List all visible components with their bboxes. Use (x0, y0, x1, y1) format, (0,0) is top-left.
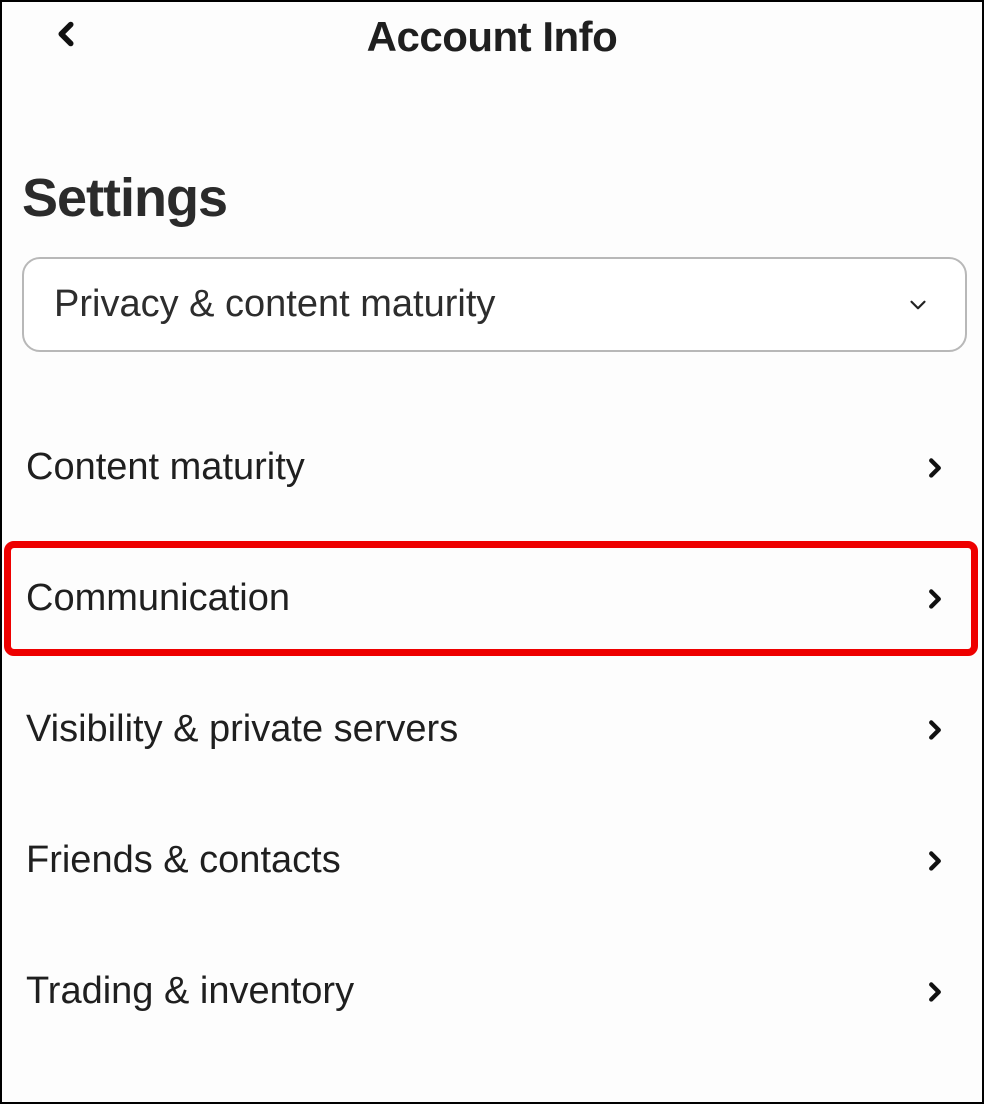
page-title: Account Info (367, 13, 618, 61)
list-item-visibility-private-servers[interactable]: Visibility & private servers (22, 664, 962, 795)
content: Settings Privacy & content maturity Cont… (2, 167, 982, 1057)
list-item-communication[interactable]: Communication (22, 533, 962, 664)
list-item-content-maturity[interactable]: Content maturity (22, 402, 962, 533)
chevron-right-icon (920, 841, 950, 881)
list-item-trading-inventory[interactable]: Trading & inventory (22, 926, 962, 1057)
list-item-label: Visibility & private servers (26, 708, 458, 751)
chevron-left-icon (47, 12, 85, 56)
dropdown-selected-label: Privacy & content maturity (54, 283, 495, 326)
list-item-label: Communication (26, 577, 290, 620)
list-item-label: Friends & contacts (26, 839, 341, 882)
list-item-label: Trading & inventory (26, 970, 354, 1013)
list-item-friends-contacts[interactable]: Friends & contacts (22, 795, 962, 926)
settings-category-dropdown[interactable]: Privacy & content maturity (22, 257, 967, 352)
chevron-right-icon (920, 448, 950, 488)
section-title: Settings (22, 167, 962, 229)
header: Account Info (2, 2, 982, 72)
chevron-down-icon (901, 292, 935, 318)
settings-list: Content maturity Communication Visibilit… (22, 402, 962, 1057)
chevron-right-icon (920, 579, 950, 619)
back-button[interactable] (47, 12, 85, 61)
chevron-right-icon (920, 710, 950, 750)
chevron-right-icon (920, 972, 950, 1012)
list-item-label: Content maturity (26, 446, 305, 489)
